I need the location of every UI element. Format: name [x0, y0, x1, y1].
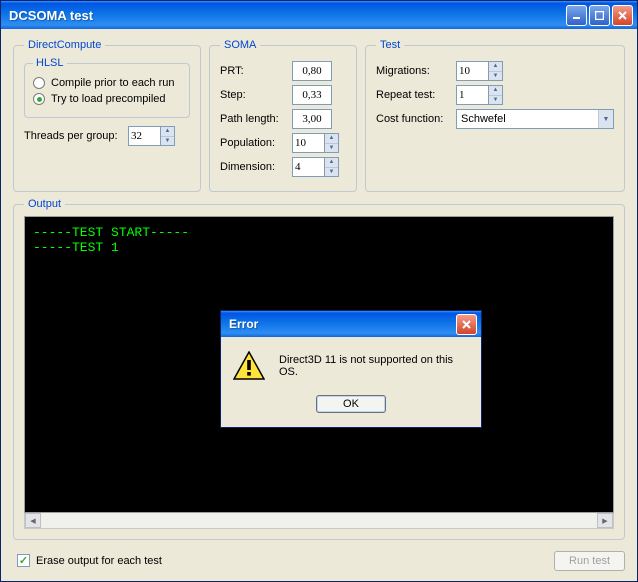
- field-label: Dimension:: [220, 161, 286, 173]
- spinner-buttons[interactable]: ▲▼: [160, 126, 175, 146]
- window-title: DCSOMA test: [9, 8, 566, 23]
- scroll-left-icon[interactable]: ◀: [25, 513, 41, 528]
- scrollbar-track[interactable]: [41, 513, 597, 528]
- spinner-buttons[interactable]: ▲▼: [488, 85, 503, 105]
- combo-value: Schwefel: [457, 113, 598, 125]
- migrations-spinner[interactable]: ▲▼: [456, 61, 503, 81]
- dialog-title: Error: [229, 317, 456, 331]
- cost-function-combo[interactable]: Schwefel ▼: [456, 109, 614, 129]
- content-area: DirectCompute HLSL Compile prior to each…: [1, 29, 637, 581]
- chevron-up-icon[interactable]: ▲: [325, 158, 338, 168]
- horizontal-scrollbar[interactable]: ◀ ▶: [24, 513, 614, 529]
- migrations-row: Migrations: ▲▼: [376, 61, 614, 81]
- repeat-row: Repeat test: ▲▼: [376, 85, 614, 105]
- spinner-buttons[interactable]: ▲▼: [324, 157, 339, 177]
- chevron-up-icon[interactable]: ▲: [161, 127, 174, 137]
- error-dialog: Error Direct3D 11 is not supported on th…: [220, 310, 482, 428]
- radio-load-row[interactable]: Try to load precompiled: [33, 93, 181, 105]
- migrations-input[interactable]: [456, 61, 488, 81]
- radio-label: Compile prior to each run: [51, 77, 175, 89]
- threads-input[interactable]: [128, 126, 160, 146]
- group-directcompute: DirectCompute HLSL Compile prior to each…: [13, 39, 201, 192]
- dim-row: Dimension: ▲▼: [220, 157, 346, 177]
- close-button[interactable]: [612, 5, 633, 26]
- path-input[interactable]: [292, 109, 332, 129]
- warning-icon: [233, 351, 265, 381]
- path-row: Path length:: [220, 109, 346, 129]
- checkbox-icon: ✓: [17, 554, 30, 567]
- threads-row: Threads per group: ▲▼: [24, 126, 190, 146]
- pop-row: Population: ▲▼: [220, 133, 346, 153]
- group-soma: SOMA PRT: Step: Path length: Population:: [209, 39, 357, 192]
- dimension-spinner[interactable]: ▲▼: [292, 157, 339, 177]
- chevron-down-icon[interactable]: ▼: [489, 72, 502, 81]
- dimension-input[interactable]: [292, 157, 324, 177]
- settings-row: DirectCompute HLSL Compile prior to each…: [13, 39, 625, 192]
- dialog-close-button[interactable]: [456, 314, 477, 335]
- footer-row: ✓ Erase output for each test Run test: [13, 546, 625, 571]
- erase-checkbox-row[interactable]: ✓ Erase output for each test: [17, 554, 162, 567]
- maximize-button[interactable]: [589, 5, 610, 26]
- radio-icon: [33, 77, 45, 89]
- chevron-up-icon[interactable]: ▲: [489, 86, 502, 96]
- repeat-spinner[interactable]: ▲▼: [456, 85, 503, 105]
- spinner-buttons[interactable]: ▲▼: [488, 61, 503, 81]
- cost-row: Cost function: Schwefel ▼: [376, 109, 614, 129]
- group-legend: Test: [376, 39, 404, 51]
- chevron-up-icon[interactable]: ▲: [489, 62, 502, 72]
- group-legend: SOMA: [220, 39, 260, 51]
- dialog-buttons: [456, 314, 477, 335]
- threads-label: Threads per group:: [24, 130, 122, 142]
- field-label: Path length:: [220, 113, 286, 125]
- field-label: PRT:: [220, 65, 286, 77]
- chevron-down-icon[interactable]: ▼: [161, 137, 174, 146]
- prt-row: PRT:: [220, 61, 346, 81]
- spinner-buttons[interactable]: ▲▼: [324, 133, 339, 153]
- dialog-content-row: Direct3D 11 is not supported on this OS.: [233, 351, 469, 381]
- radio-label: Try to load precompiled: [51, 93, 166, 105]
- erase-label: Erase output for each test: [36, 555, 162, 567]
- group-test: Test Migrations: ▲▼ Repeat test: ▲▼: [365, 39, 625, 192]
- field-label: Migrations:: [376, 65, 450, 77]
- dialog-titlebar[interactable]: Error: [221, 311, 481, 337]
- chevron-down-icon[interactable]: ▼: [489, 96, 502, 105]
- prt-input[interactable]: [292, 61, 332, 81]
- chevron-down-icon[interactable]: ▼: [325, 144, 338, 153]
- threads-spinner[interactable]: ▲▼: [128, 126, 175, 146]
- field-label: Cost function:: [376, 113, 450, 125]
- field-label: Population:: [220, 137, 286, 149]
- window-buttons: [566, 5, 633, 26]
- scroll-right-icon[interactable]: ▶: [597, 513, 613, 528]
- chevron-down-icon[interactable]: ▼: [325, 168, 338, 177]
- run-test-button[interactable]: Run test: [554, 551, 625, 571]
- field-label: Repeat test:: [376, 89, 450, 101]
- main-window: DCSOMA test DirectCompute HLSL Compile p…: [0, 0, 638, 582]
- population-input[interactable]: [292, 133, 324, 153]
- group-legend: DirectCompute: [24, 39, 105, 51]
- minimize-button[interactable]: [566, 5, 587, 26]
- radio-compile-row[interactable]: Compile prior to each run: [33, 77, 181, 89]
- chevron-up-icon[interactable]: ▲: [325, 134, 338, 144]
- chevron-down-icon[interactable]: ▼: [598, 110, 613, 128]
- step-row: Step:: [220, 85, 346, 105]
- step-input[interactable]: [292, 85, 332, 105]
- repeat-input[interactable]: [456, 85, 488, 105]
- group-hlsl: HLSL Compile prior to each run Try to lo…: [24, 57, 190, 118]
- dialog-ok-button[interactable]: OK: [316, 395, 386, 413]
- dialog-body: Direct3D 11 is not supported on this OS.…: [221, 337, 481, 427]
- field-label: Step:: [220, 89, 286, 101]
- dialog-message: Direct3D 11 is not supported on this OS.: [279, 354, 469, 378]
- radio-icon: [33, 93, 45, 105]
- group-legend: HLSL: [33, 57, 67, 69]
- group-legend: Output: [24, 198, 65, 210]
- titlebar[interactable]: DCSOMA test: [1, 1, 637, 29]
- population-spinner[interactable]: ▲▼: [292, 133, 339, 153]
